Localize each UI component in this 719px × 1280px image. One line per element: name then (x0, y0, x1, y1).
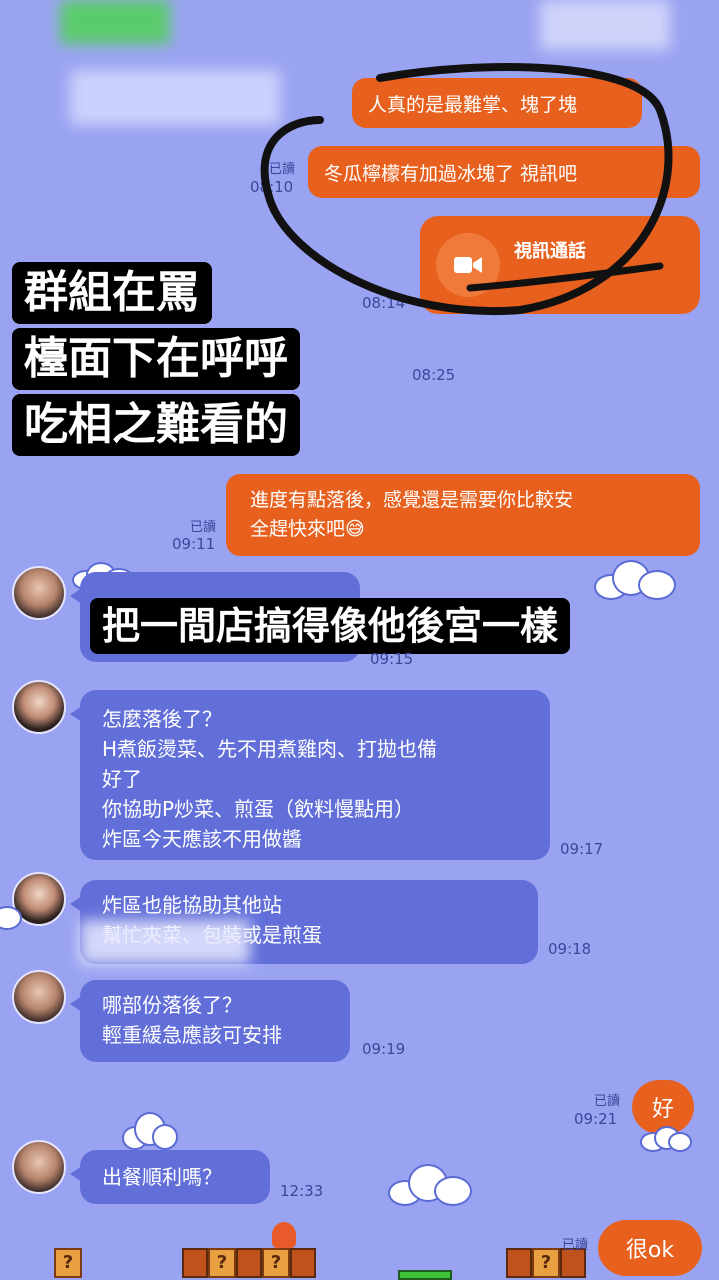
contact-avatar[interactable] (12, 566, 66, 620)
incoming-message-d[interactable]: 出餐順利嗎？ (70, 1150, 270, 1204)
message-text-line2: 全趕快來吧 (250, 518, 346, 540)
message-time: 09:19 (362, 1040, 406, 1058)
read-receipt: 已讀 (189, 520, 216, 535)
message-text: 好 (651, 1097, 674, 1122)
outgoing-message-very-ok[interactable]: 很ok (598, 1220, 702, 1276)
brick-block-icon (236, 1248, 262, 1278)
overlay-caption-line2: 檯面下在呼呼 (12, 328, 300, 390)
message-time: 09:21 (574, 1110, 618, 1128)
read-receipt: 已讀 (561, 1238, 588, 1253)
question-block-icon: ? (54, 1248, 82, 1278)
overlay-caption-line3: 吃相之難看的 (12, 394, 300, 456)
incoming-message-a[interactable]: 怎麼落後了？ H煮飯燙菜、先不用煮雞肉、打拋也備 好了 你協助P炒菜、煎蛋（飲料… (70, 690, 550, 860)
message-text-line1: 怎麼落後了？ (102, 707, 222, 731)
pixel-cloud-decoration (640, 1126, 692, 1152)
contact-avatar[interactable] (12, 970, 66, 1024)
overlay-caption-line1: 群組在罵 (12, 262, 212, 324)
grinning-sweat-emoji-icon: 😅 (345, 518, 365, 540)
message-text-line2: 輕重緩急應該可安排 (102, 1023, 282, 1047)
pixel-cloud-decoration (594, 560, 676, 600)
outgoing-message-3[interactable]: 進度有點落後，感覺還是需要你比較安 全趕快來吧😅 (226, 474, 700, 556)
message-text: 很ok (625, 1238, 675, 1263)
pixel-cloud-decoration (0, 902, 24, 930)
message-time: 09:11 (172, 535, 216, 553)
message-time: 12:33 (280, 1182, 324, 1200)
question-block-icon: ? (208, 1248, 236, 1278)
message-time: 09:18 (548, 940, 592, 958)
brick-block-icon (506, 1248, 532, 1278)
message-time: 09:17 (560, 840, 604, 858)
pixel-cloud-decoration (122, 1112, 178, 1150)
read-receipt: 已讀 (593, 1094, 620, 1109)
message-text: 出餐順利嗎？ (102, 1165, 222, 1189)
message-text-line1: 炸區也能協助其他站 (102, 893, 282, 917)
message-text-line1: 哪部份落後了？ (102, 993, 242, 1017)
contact-avatar[interactable] (12, 1140, 66, 1194)
brick-block-icon (290, 1248, 316, 1278)
blurred-redaction (80, 920, 250, 964)
incoming-message-c[interactable]: 哪部份落後了？ 輕重緩急應該可安排 (70, 980, 350, 1062)
message-time: 09:15 (370, 650, 414, 668)
pixel-cloud-decoration (388, 1164, 472, 1206)
message-time: 08:25 (412, 366, 456, 384)
overlay-caption-2: 把一間店搞得像他後宮一樣 (90, 598, 571, 654)
message-text-line5: 炸區今天應該不用做醬 (102, 827, 302, 851)
question-block-icon: ? (262, 1248, 290, 1278)
message-text-line2: H煮飯燙菜、先不用煮雞肉、打拋也備 (102, 737, 438, 761)
contact-avatar[interactable] (12, 680, 66, 734)
green-pipe-icon (398, 1270, 452, 1280)
brick-block-icon (182, 1248, 208, 1278)
message-text-line1: 進度有點落後，感覺還是需要你比較安 (250, 489, 574, 511)
spiny-enemy-icon (272, 1222, 296, 1248)
message-text-line4: 你協助P炒菜、煎蛋（飲料慢點用） (102, 797, 415, 821)
message-text-line3: 好了 (102, 767, 142, 791)
